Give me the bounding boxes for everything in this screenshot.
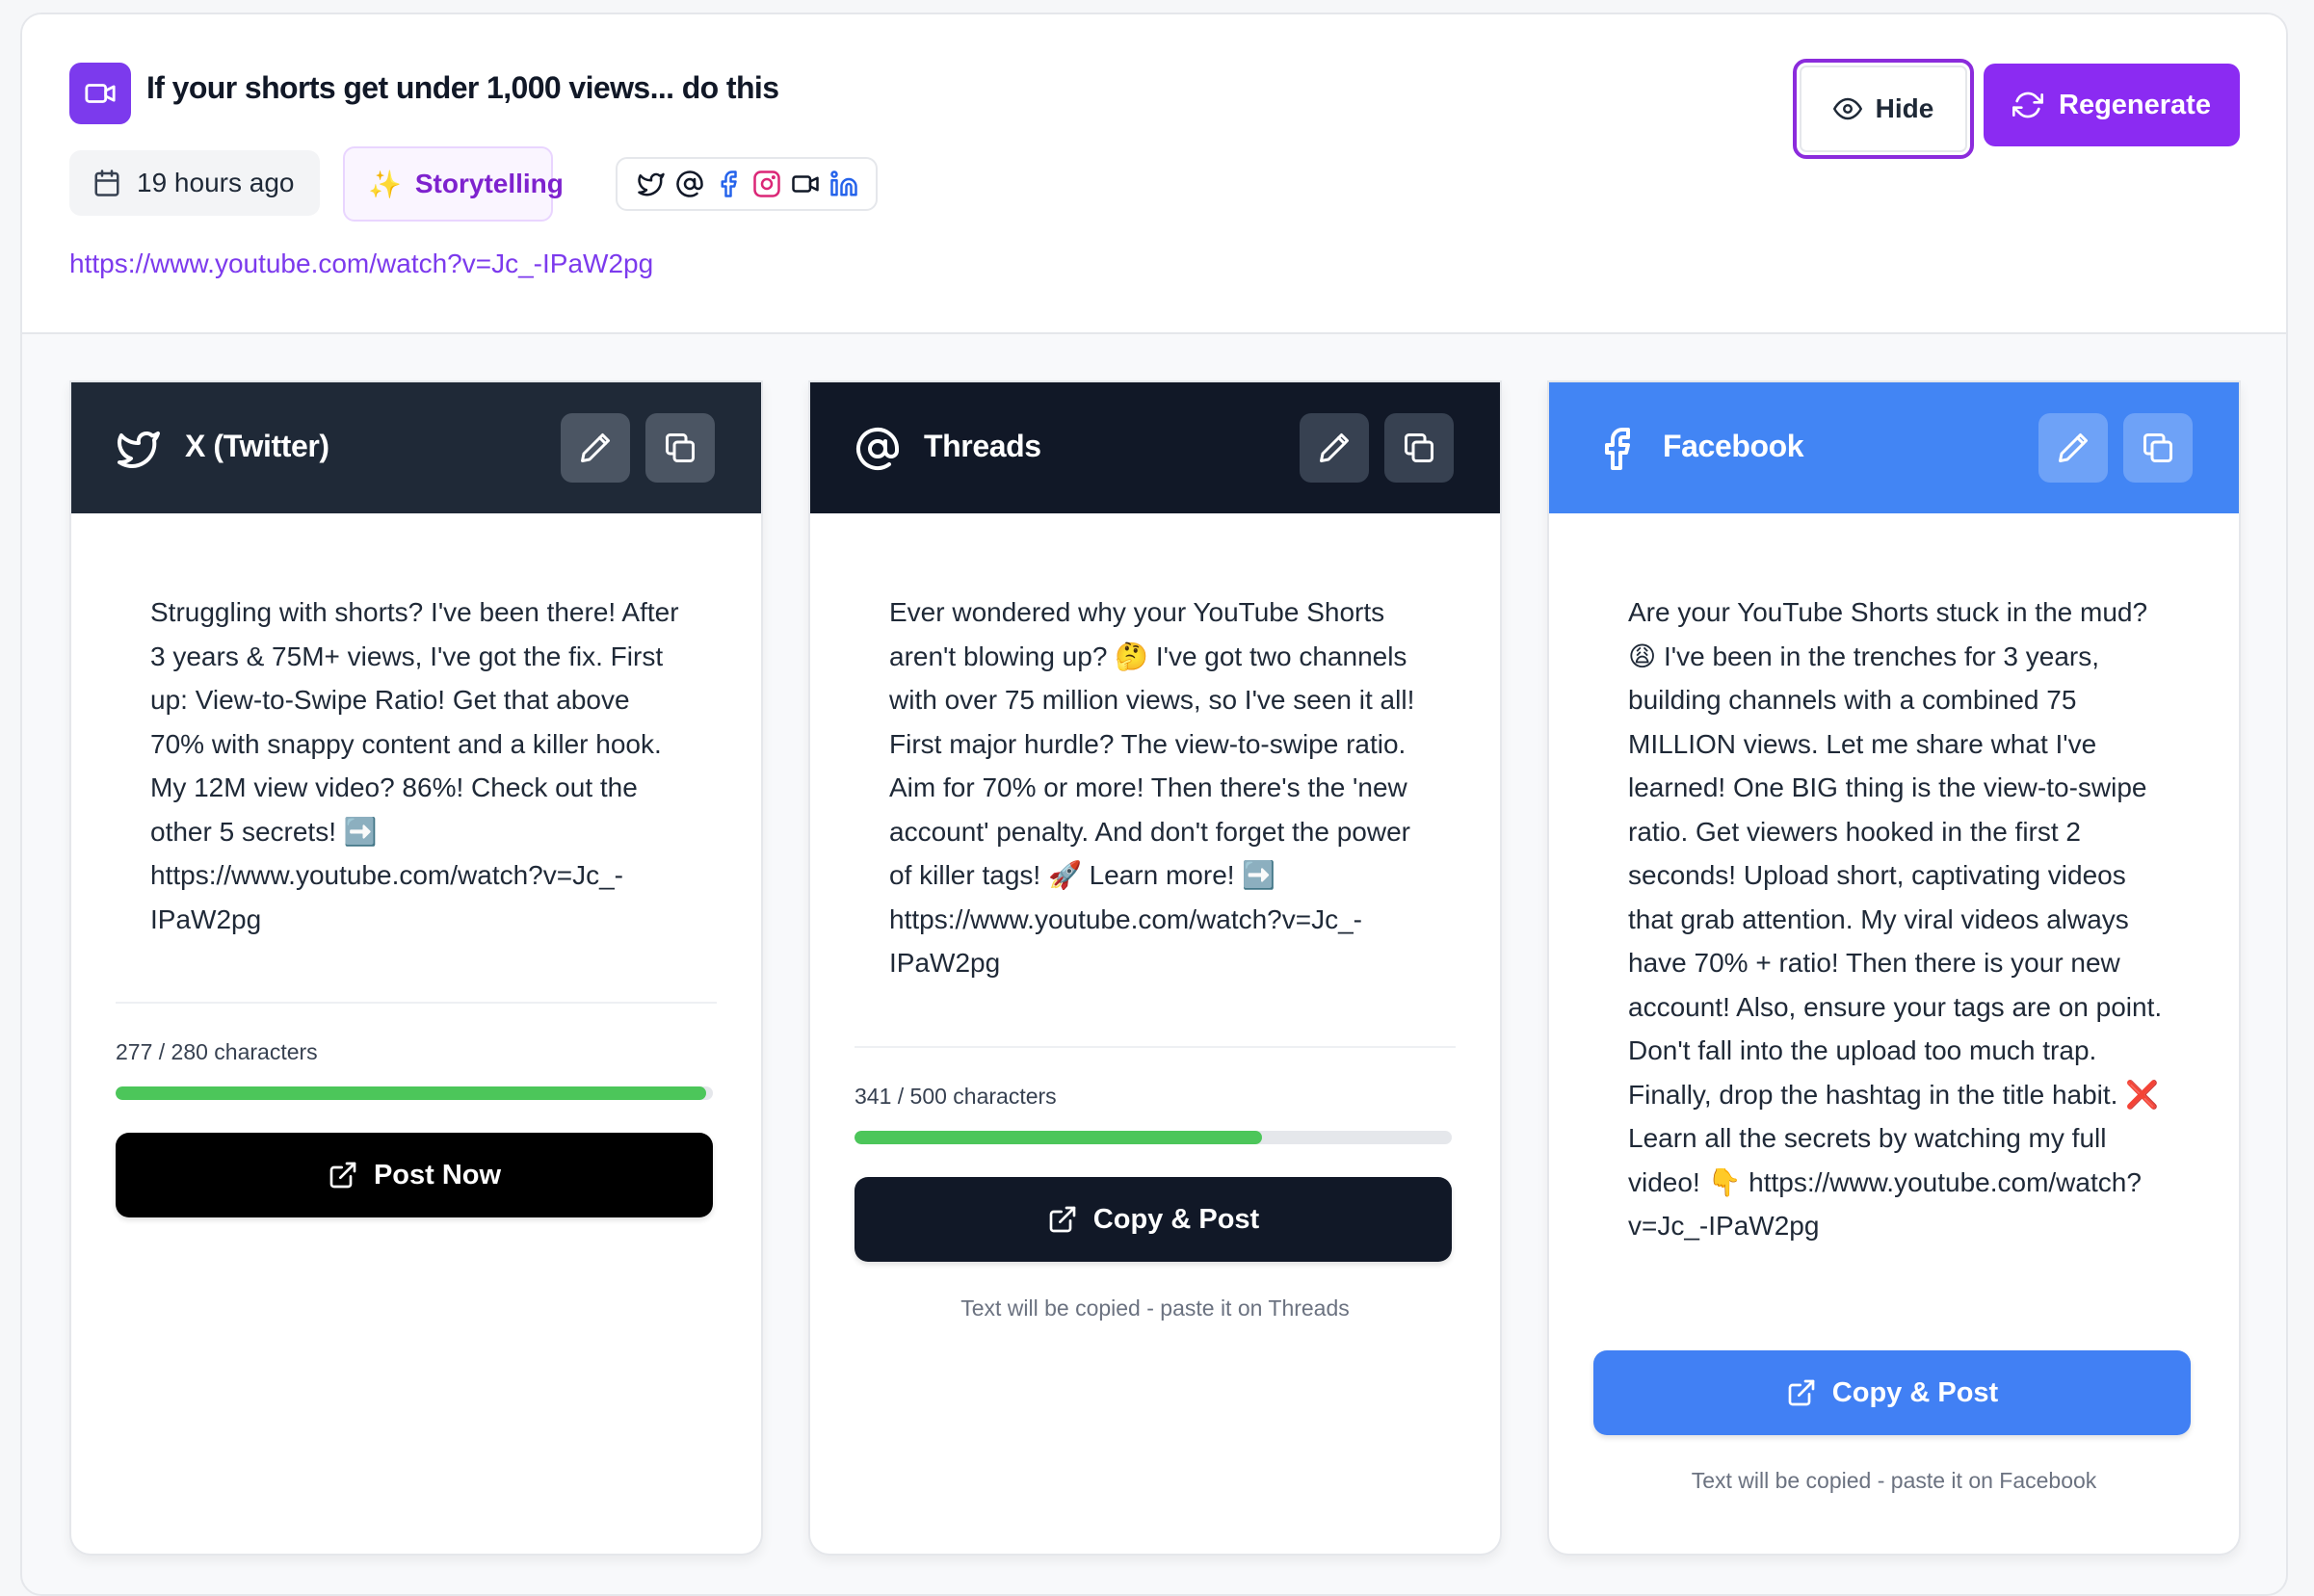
- edit-button[interactable]: [561, 413, 630, 483]
- facebook-icon: [721, 170, 737, 197]
- style-label: Storytelling: [414, 169, 564, 198]
- sparkles-icon: ✨: [368, 169, 402, 199]
- post-header: If your shorts get under 1,000 views... …: [22, 14, 2286, 334]
- twitter-card: X (Twitter) Struggling with shorts? I've…: [69, 380, 763, 1556]
- copy-and-post-label: Copy & Post: [1092, 1203, 1260, 1235]
- threads-card: Threads Ever wondered why your YouTube S…: [808, 380, 1502, 1556]
- character-progress-bar: [855, 1131, 1452, 1144]
- post-panel: If your shorts get under 1,000 views... …: [20, 13, 2288, 1596]
- copy-and-post-label: Copy & Post: [1831, 1376, 1999, 1408]
- copy-icon: [2143, 433, 2172, 462]
- post-text[interactable]: Are your YouTube Shorts stuck in the mud…: [1628, 590, 2168, 1248]
- external-link-icon: [329, 1162, 356, 1189]
- copy-hint: Text will be copied - paste it on Thread…: [960, 1295, 1350, 1321]
- character-progress-bar: [116, 1086, 713, 1100]
- linkedin-icon: [830, 170, 857, 196]
- video-camera-icon: [85, 84, 116, 103]
- instagram-icon: [753, 170, 780, 197]
- time-badge: 19 hours ago: [69, 150, 320, 216]
- external-link-icon: [1049, 1206, 1076, 1233]
- eye-icon: [1832, 97, 1862, 120]
- threads-icon: [676, 170, 703, 197]
- copy-icon: [1405, 433, 1433, 462]
- twitter-icon: [118, 432, 160, 468]
- character-count: 341 / 500 characters: [855, 1084, 1057, 1109]
- page-title: If your shorts get under 1,000 views... …: [146, 70, 779, 105]
- copy-button[interactable]: [645, 413, 715, 483]
- character-progress-fill: [855, 1131, 1262, 1144]
- refresh-icon: [2012, 92, 2044, 118]
- video-icon: [792, 175, 819, 193]
- video-badge: [69, 63, 131, 124]
- pencil-icon: [581, 433, 610, 462]
- divider: [116, 1002, 717, 1004]
- external-link-icon: [1788, 1379, 1815, 1406]
- platform-name: Facebook: [1663, 429, 1804, 463]
- facebook-card-header: Facebook: [1549, 382, 2239, 513]
- post-now-button[interactable]: Post Now: [116, 1133, 713, 1217]
- platforms-badge: [616, 157, 878, 211]
- video-url-link[interactable]: https://www.youtube.com/watch?v=Jc_-IPaW…: [69, 249, 653, 279]
- copy-and-post-button[interactable]: Copy & Post: [1593, 1350, 2191, 1435]
- platform-name: X (Twitter): [185, 429, 329, 463]
- time-ago: 19 hours ago: [137, 168, 295, 197]
- threads-card-header: Threads: [810, 382, 1500, 513]
- copy-button[interactable]: [1384, 413, 1454, 483]
- post-text[interactable]: Ever wondered why your YouTube Shorts ar…: [889, 590, 1429, 985]
- regenerate-label: Regenerate: [2059, 89, 2211, 120]
- platform-name: Threads: [924, 429, 1041, 463]
- hide-label: Hide: [1875, 93, 1934, 123]
- twitter-icon: [638, 172, 665, 196]
- calendar-icon: [94, 170, 119, 196]
- post-text[interactable]: Struggling with shorts? I've been there!…: [150, 590, 690, 941]
- pencil-icon: [1320, 433, 1349, 462]
- twitter-card-header: X (Twitter): [71, 382, 761, 513]
- copy-button[interactable]: [2123, 413, 2193, 483]
- character-count: 277 / 280 characters: [116, 1039, 318, 1064]
- pencil-icon: [2059, 433, 2088, 462]
- copy-hint: Text will be copied - paste it on Facebo…: [1691, 1468, 2097, 1493]
- copy-and-post-button[interactable]: Copy & Post: [855, 1177, 1452, 1262]
- regenerate-button[interactable]: Regenerate: [1984, 64, 2240, 146]
- facebook-card: Facebook Are your YouTube Shorts stuck i…: [1547, 380, 2241, 1556]
- divider: [855, 1046, 1456, 1048]
- threads-icon: [856, 428, 899, 470]
- edit-button[interactable]: [1300, 413, 1369, 483]
- character-progress-fill: [116, 1086, 707, 1100]
- facebook-icon: [1605, 428, 1630, 470]
- style-badge: ✨ Storytelling: [343, 146, 564, 222]
- edit-button[interactable]: [2038, 413, 2108, 483]
- hide-button[interactable]: Hide: [1793, 59, 1974, 159]
- post-now-label: Post Now: [373, 1159, 502, 1190]
- copy-icon: [666, 433, 695, 462]
